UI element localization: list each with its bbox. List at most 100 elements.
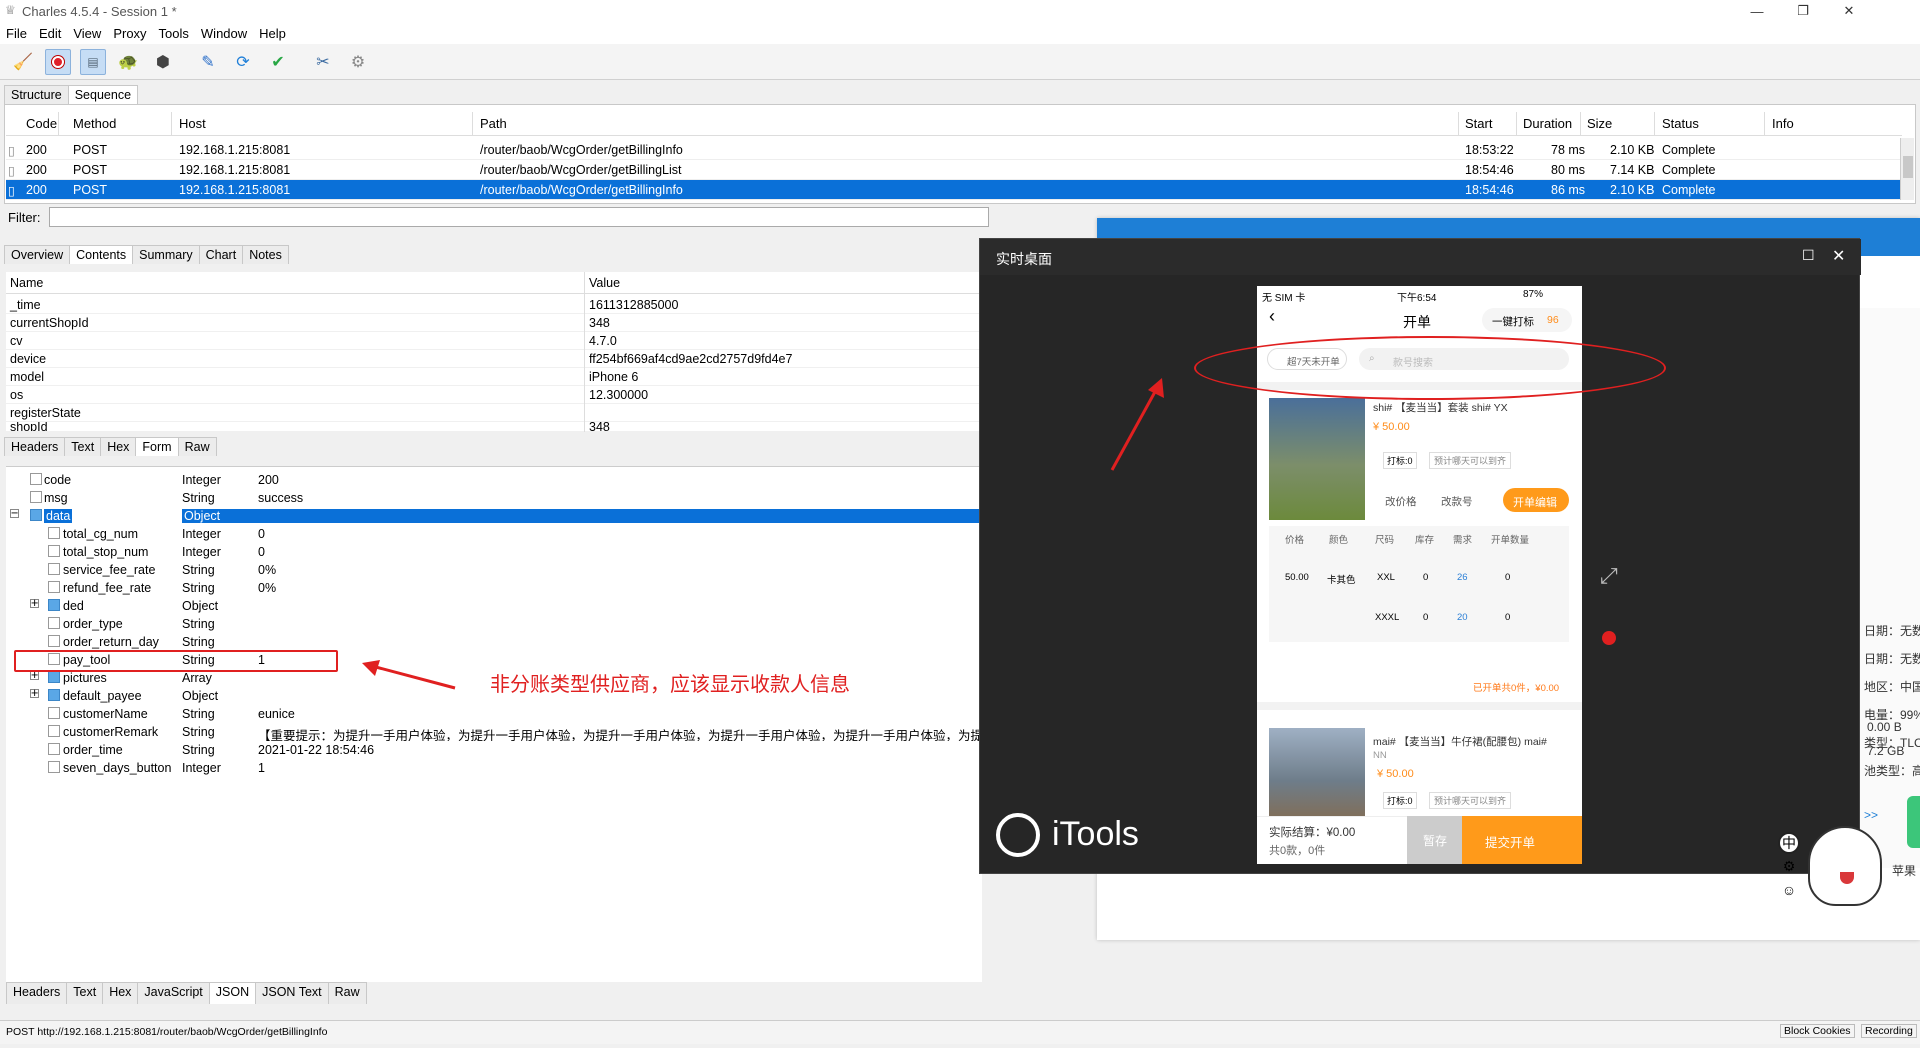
form-row[interactable]: os 12.300000 (6, 386, 982, 404)
record-button[interactable] (45, 48, 71, 75)
turtle-icon[interactable]: 🐢 (115, 49, 141, 75)
close-icon[interactable]: ✕ (1826, 0, 1872, 22)
edit-price-button[interactable]: 改价格 (1385, 494, 1417, 509)
col-status[interactable]: Status (1662, 116, 1699, 131)
battery: 87% (1523, 289, 1544, 300)
minimize-icon[interactable]: — (1734, 0, 1780, 22)
form-row[interactable]: shopId 348 (6, 422, 982, 432)
table-row[interactable]: ▯ 200 POST 192.168.1.215:8081 /router/ba… (6, 140, 1902, 160)
col-info[interactable]: Info (1772, 116, 1794, 131)
side-handle[interactable] (1907, 796, 1920, 848)
menu-window[interactable]: Window (201, 26, 247, 41)
sequence-scrollbar[interactable] (1900, 138, 1914, 200)
tab-contents[interactable]: Contents (69, 245, 134, 264)
col-host[interactable]: Host (179, 116, 206, 131)
item-title: mai# 【麦当当】牛仔裙(配腰包) mai# (1373, 736, 1547, 748)
refresh-icon[interactable]: ⟳ (230, 49, 256, 75)
tab-overview[interactable]: Overview (4, 245, 71, 264)
red-arrow-icon (362, 660, 456, 690)
form-row[interactable]: registerState (6, 404, 982, 422)
cell-size: 2.10 KB (1610, 183, 1655, 197)
col-code[interactable]: Code (26, 116, 57, 131)
item-count: 共0款，0件 (1269, 845, 1326, 857)
tree-row[interactable]: code Integer 200 (6, 471, 982, 489)
tree-row[interactable]: order_time String 2021-01-22 18:54:46 (6, 741, 982, 759)
broom-icon[interactable]: 🧹 (10, 49, 36, 75)
tab-chart[interactable]: Chart (198, 245, 244, 264)
item-hint: 预计哪天可以到齐 (1429, 792, 1512, 809)
col-method[interactable]: Method (73, 116, 116, 131)
tab-res-raw[interactable]: Raw (327, 982, 367, 1004)
ime-icon[interactable]: 中 (1778, 832, 1800, 854)
menu-help[interactable]: Help (259, 26, 286, 41)
tab-notes[interactable]: Notes (242, 245, 289, 264)
tab-res-headers[interactable]: Headers (6, 982, 68, 1004)
ime-settings-icon[interactable]: ⚙ (1778, 858, 1800, 880)
tree-row-selected[interactable]: − data Object (6, 507, 982, 525)
maximize-icon[interactable]: ❐ (1780, 0, 1826, 22)
menu-file[interactable]: File (6, 26, 27, 41)
tab-structure[interactable]: Structure (4, 85, 69, 104)
settings-gear-icon[interactable]: ⚙ (345, 49, 371, 75)
table-row[interactable]: ▯ 200 POST 192.168.1.215:8081 /router/ba… (6, 160, 1902, 180)
tree-row[interactable]: total_stop_num Integer 0 (6, 543, 982, 561)
form-row[interactable]: currentShopId 348 (6, 314, 982, 332)
tab-res-javascript[interactable]: JavaScript (137, 982, 210, 1004)
sequence-header: Code Method Host Path Start Duration Siz… (6, 112, 1902, 136)
pen-icon[interactable]: ✎ (195, 49, 221, 75)
stop-icon[interactable]: ⬢ (150, 49, 176, 75)
tree-row[interactable]: refund_fee_rate String 0% (6, 579, 982, 597)
tab-res-json-text[interactable]: JSON Text (255, 982, 329, 1004)
menu-edit[interactable]: Edit (39, 26, 61, 41)
tree-row[interactable]: msg String success (6, 489, 982, 507)
block-cookies-button[interactable]: Block Cookies (1780, 1024, 1855, 1038)
menu-view[interactable]: View (73, 26, 101, 41)
tree-row[interactable]: order_type String (6, 615, 982, 633)
tab-res-text[interactable]: Text (66, 982, 104, 1004)
cell: 26 (1457, 572, 1468, 583)
col-value[interactable]: Value (589, 276, 620, 290)
back-icon[interactable]: ‹ (1269, 306, 1275, 327)
cell-status: Complete (1662, 163, 1716, 177)
col-duration[interactable]: Duration (1523, 116, 1572, 131)
form-row[interactable]: cv 4.7.0 (6, 332, 982, 350)
table-row-selected[interactable]: ▯ 200 POST 192.168.1.215:8081 /router/ba… (6, 180, 1902, 200)
form-row[interactable]: device ff254bf669af4cd9ae2cd2757d9fd4e7 (6, 350, 982, 368)
tab-sequence[interactable]: Sequence (67, 85, 139, 104)
tab-res-json[interactable]: JSON (208, 982, 257, 1004)
item-sub: NN (1373, 750, 1387, 761)
tab-res-hex[interactable]: Hex (102, 982, 139, 1004)
tree-row[interactable]: seven_days_button Integer 1 (6, 759, 982, 777)
tree-row[interactable]: order_return_day String (6, 633, 982, 651)
tab-req-text[interactable]: Text (64, 437, 102, 456)
tree-row[interactable]: total_cg_num Integer 0 (6, 525, 982, 543)
filter-input[interactable] (48, 207, 989, 227)
tab-summary[interactable]: Summary (132, 245, 200, 264)
menu-proxy[interactable]: Proxy (113, 26, 146, 41)
tree-row[interactable]: + ded Object (6, 597, 982, 615)
col-path[interactable]: Path (480, 116, 507, 131)
tab-req-headers[interactable]: Headers (4, 437, 66, 456)
tab-req-hex[interactable]: Hex (100, 437, 137, 456)
form-row[interactable]: model iPhone 6 (6, 368, 982, 386)
col-start[interactable]: Start (1465, 116, 1492, 131)
edit-style-no-button[interactable]: 改款号 (1441, 494, 1473, 509)
throttle-button[interactable]: ▤ (80, 48, 106, 75)
maximize-icon[interactable]: ☐ (1802, 247, 1815, 264)
th-open-qty: 开单数量 (1491, 535, 1530, 546)
tree-row[interactable]: service_fee_rate String 0% (6, 561, 982, 579)
col-name[interactable]: Name (10, 276, 43, 290)
menu-tools[interactable]: Tools (159, 26, 189, 41)
close-icon[interactable]: ✕ (1832, 246, 1845, 266)
fullscreen-icon[interactable]: ⤢ (1600, 563, 1618, 589)
tree-row[interactable]: customerName String eunice (6, 705, 982, 723)
tools-icon[interactable]: ✂ (310, 49, 336, 75)
col-size[interactable]: Size (1587, 116, 1612, 131)
tab-req-form[interactable]: Form (135, 437, 179, 456)
tab-req-raw[interactable]: Raw (177, 437, 217, 456)
ime-skin-icon[interactable]: ☺ (1778, 882, 1800, 904)
form-row[interactable]: _time 1611312885000 (6, 296, 982, 314)
recording-button[interactable]: Recording (1861, 1024, 1917, 1038)
check-icon[interactable]: ✔ (265, 49, 291, 75)
tree-row[interactable]: customerRemark String 【重要提示：为提升一手用户体验，为提升一… (6, 723, 982, 741)
